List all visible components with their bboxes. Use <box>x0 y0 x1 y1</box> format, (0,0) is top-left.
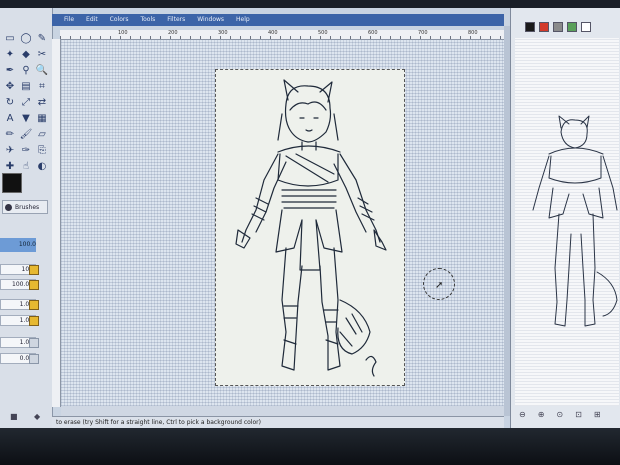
menu-file[interactable]: File <box>64 14 74 26</box>
clone-icon[interactable]: ⎘ <box>34 142 50 158</box>
zoom-window-icon[interactable]: ⊞ <box>594 410 601 419</box>
color-picker-icon[interactable]: ⚲ <box>18 62 34 78</box>
ruler-tick: 400 <box>268 30 278 36</box>
crop-icon[interactable]: ⌗ <box>34 78 50 94</box>
free-select-icon[interactable]: ✎ <box>34 30 50 46</box>
monitor-bezel <box>0 428 620 465</box>
bucket-fill-icon[interactable]: ▼ <box>18 110 34 126</box>
rect-select-icon[interactable]: ▭ <box>2 30 18 46</box>
zoom-icon[interactable]: 🔍 <box>34 62 50 78</box>
dock-tabs <box>525 22 591 32</box>
zoom-fit-icon[interactable]: ⊡ <box>575 410 582 419</box>
menu-help[interactable]: Help <box>236 14 250 26</box>
ruler-tick: 600 <box>368 30 378 36</box>
navigation-thumbnail <box>532 115 618 327</box>
navigation-preview[interactable] <box>515 38 619 406</box>
horizontal-scrollbar[interactable] <box>61 406 504 416</box>
text-icon[interactable]: A <box>2 110 18 126</box>
menu-filters[interactable]: Filters <box>167 14 185 26</box>
opacity-value: 100.0 <box>18 241 36 248</box>
scale-icon[interactable]: ⤢ <box>18 94 34 110</box>
screen: ▭ ◯ ✎ ✦ ◆ ✂ ✒ ⚲ 🔍 ✥ ▤ ⌗ ↻ ⤢ ⇄ A ▼ ▦ ✏ 🖌 ▱ ✈ ✑ ⎘ ✚ ☝ ◐ Brushes 100.… <box>0 8 620 428</box>
foreground-color-swatch[interactable] <box>2 173 22 193</box>
menu-windows[interactable]: Windows <box>197 14 224 26</box>
menu-bar: File Edit Colors Tools Filters Windows H… <box>52 14 504 26</box>
tool-grid: ▭ ◯ ✎ ✦ ◆ ✂ ✒ ⚲ 🔍 ✥ ▤ ⌗ ↻ ⤢ ⇄ A ▼ ▦ ✏ 🖌 ▱ ✈ ✑ ⎘ ✚ ☝ ◐ <box>2 30 50 174</box>
ruler-tick: 700 <box>418 30 428 36</box>
ruler-tick: 300 <box>218 30 228 36</box>
vertical-ruler <box>52 39 61 407</box>
dock-tab-layers[interactable] <box>525 22 535 32</box>
eraser-icon[interactable]: ▱ <box>34 126 50 142</box>
restore-preset-icon[interactable]: ◆ <box>34 412 42 421</box>
navigation-dock: ⊖ ⊕ ⊙ ⊡ ⊞ <box>510 8 620 428</box>
zoom-in-icon[interactable]: ⊕ <box>538 410 545 419</box>
align-icon[interactable]: ▤ <box>18 78 34 94</box>
pencil-icon[interactable]: ✏ <box>2 126 18 142</box>
zoom-controls: ⊖ ⊕ ⊙ ⊡ ⊞ <box>519 410 601 419</box>
ink-icon[interactable]: ✑ <box>18 142 34 158</box>
rotate-icon[interactable]: ↻ <box>2 94 18 110</box>
option-button-3[interactable] <box>29 300 39 310</box>
ruler-tick: 500 <box>318 30 328 36</box>
opacity-slider[interactable]: 100.0 <box>0 238 36 252</box>
dock-tab-paths[interactable] <box>553 22 563 32</box>
brushes-tab[interactable]: Brushes <box>2 200 48 214</box>
paths-icon[interactable]: ✒ <box>2 62 18 78</box>
toolbox-panel: ▭ ◯ ✎ ✦ ◆ ✂ ✒ ⚲ 🔍 ✥ ▤ ⌗ ↻ ⤢ ⇄ A ▼ ▦ ✏ 🖌 ▱ ✈ ✑ ⎘ ✚ ☝ ◐ Brushes 100.… <box>0 8 53 428</box>
ellipse-select-icon[interactable]: ◯ <box>18 30 34 46</box>
color-select-icon[interactable]: ◆ <box>18 46 34 62</box>
option-button-4[interactable] <box>29 316 39 326</box>
dock-tab-navigation[interactable] <box>581 22 591 32</box>
canvas-area[interactable]: ➚ <box>61 40 504 406</box>
dock-tab-undo[interactable] <box>567 22 577 32</box>
character-lineart <box>235 79 387 377</box>
horizontal-ruler: 100 200 300 400 500 600 700 800 <box>60 30 504 40</box>
fuzzy-select-icon[interactable]: ✦ <box>2 46 18 62</box>
airbrush-icon[interactable]: ✈ <box>2 142 18 158</box>
menu-colors[interactable]: Colors <box>110 14 129 26</box>
status-message: to erase (try Shift for a straight line,… <box>56 419 261 426</box>
blend-icon[interactable]: ▦ <box>34 110 50 126</box>
paintbrush-icon[interactable]: 🖌 <box>18 126 34 142</box>
ruler-tick: 200 <box>168 30 178 36</box>
zoom-100-icon[interactable]: ⊙ <box>556 410 563 419</box>
brush-icon <box>5 204 12 211</box>
option-button-2[interactable] <box>29 280 39 290</box>
ruler-tick: 100 <box>118 30 128 36</box>
brushes-tab-label: Brushes <box>15 204 40 211</box>
heal-icon[interactable]: ✚ <box>2 158 18 174</box>
flip-icon[interactable]: ⇄ <box>34 94 50 110</box>
move-icon[interactable]: ✥ <box>2 78 18 94</box>
option-button-6[interactable] <box>29 354 39 364</box>
menu-edit[interactable]: Edit <box>86 14 98 26</box>
option-button-1[interactable] <box>29 265 39 275</box>
delete-preset-icon[interactable]: ■ <box>10 412 18 421</box>
status-bar: to erase (try Shift for a straight line,… <box>52 416 504 428</box>
dock-tab-channels[interactable] <box>539 22 549 32</box>
pointer-icon: ➚ <box>435 280 444 291</box>
zoom-out-icon[interactable]: ⊖ <box>519 410 526 419</box>
scissors-icon[interactable]: ✂ <box>34 46 50 62</box>
dodge-icon[interactable]: ◐ <box>34 158 50 174</box>
menu-tools[interactable]: Tools <box>140 14 155 26</box>
smudge-icon[interactable]: ☝ <box>18 158 34 174</box>
option-button-5[interactable] <box>29 338 39 348</box>
image-canvas[interactable] <box>215 69 405 386</box>
ruler-tick: 800 <box>468 30 478 36</box>
